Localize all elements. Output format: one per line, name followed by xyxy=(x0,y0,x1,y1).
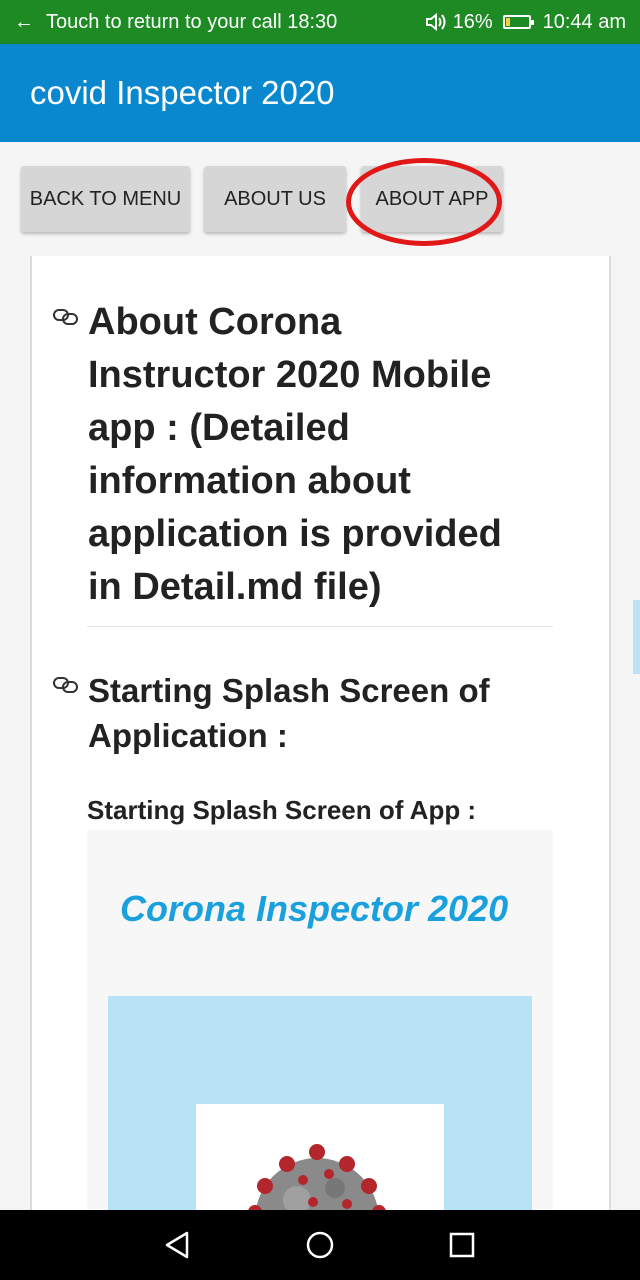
clock: 10:44 am xyxy=(542,10,626,33)
back-to-menu-button[interactable]: BACK TO MENU xyxy=(21,166,190,232)
square-recents-icon[interactable] xyxy=(447,1230,477,1260)
app-bar: covid Inspector 2020 xyxy=(0,44,640,142)
status-right-group: 16% 10:44 am xyxy=(425,11,626,34)
triangle-back-icon[interactable] xyxy=(163,1230,193,1260)
link-icon[interactable] xyxy=(52,674,80,696)
button-row: BACK TO MENU ABOUT US ABOUT APP xyxy=(0,142,640,256)
battery-icon xyxy=(502,15,534,29)
splash-subheading: Starting Splash Screen of App : xyxy=(87,795,477,825)
splash-screen-image: Corona Inspector 2020 xyxy=(87,830,553,1210)
heading-text: Starting Splash Screen of Application : xyxy=(88,672,490,754)
link-icon[interactable] xyxy=(52,306,80,328)
coronavirus-image xyxy=(248,1144,386,1210)
splash-screen-heading: Starting Splash Screen of Application : xyxy=(53,668,526,758)
app-title: covid Inspector 2020 xyxy=(30,74,335,111)
about-app-heading: About Corona Instructor 2020 Mobile app … xyxy=(53,296,526,614)
volume-icon xyxy=(425,12,446,32)
section-divider xyxy=(87,626,553,627)
about-us-button[interactable]: ABOUT US xyxy=(204,166,346,232)
circle-home-icon[interactable] xyxy=(305,1230,335,1260)
heading-text: About Corona Instructor 2020 Mobile app … xyxy=(88,301,502,608)
scroll-indicator[interactable] xyxy=(633,600,640,674)
return-to-call-text[interactable]: Touch to return to your call 18:30 xyxy=(46,11,425,34)
splash-title: Corona Inspector 2020 xyxy=(120,888,509,929)
status-bar[interactable]: ← Touch to return to your call 18:30 16%… xyxy=(0,0,640,44)
battery-percent: 16% xyxy=(452,10,493,33)
system-nav-bar xyxy=(0,1210,640,1280)
arrow-left-icon[interactable]: ← xyxy=(14,11,34,34)
about-app-button[interactable]: ABOUT APP xyxy=(361,166,503,232)
